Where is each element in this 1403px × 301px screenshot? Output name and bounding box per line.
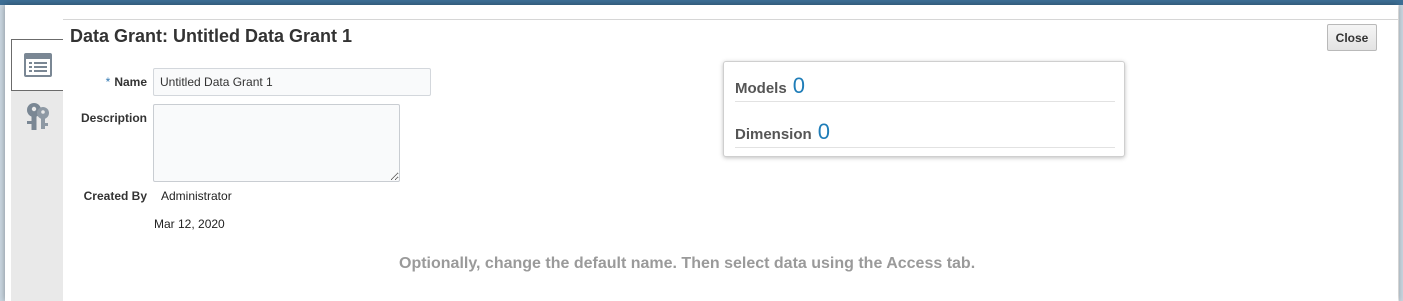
name-label: Name <box>114 75 147 89</box>
vertical-tab-rail <box>11 39 63 301</box>
created-by-label: Created By <box>83 189 147 203</box>
data-grant-dialog: Data Grant: Untitled Data Grant 1 Close … <box>5 5 1398 301</box>
dimension-count[interactable]: 0 <box>818 121 830 143</box>
dialog-divider <box>63 19 1398 20</box>
name-label-wrap: * Name <box>99 75 147 89</box>
dialog-title: Data Grant: Untitled Data Grant 1 <box>70 26 353 46</box>
models-label: Models <box>735 80 787 97</box>
list-icon <box>23 53 52 77</box>
dimension-label: Dimension <box>735 126 812 143</box>
keys-icon <box>23 101 51 133</box>
created-by-value: Administrator <box>161 189 232 203</box>
models-summary-row: Models 0 <box>735 62 1115 102</box>
app-backdrop-right <box>1399 5 1403 301</box>
tab-properties[interactable] <box>11 39 63 91</box>
description-label: Description <box>80 111 147 125</box>
tab-access[interactable] <box>11 91 63 143</box>
hint-text: Optionally, change the default name. The… <box>399 255 976 272</box>
description-textarea[interactable] <box>153 104 400 182</box>
created-date: Mar 12, 2020 <box>154 217 225 231</box>
close-button[interactable]: Close <box>1327 24 1377 51</box>
required-marker: * <box>105 75 111 89</box>
name-input[interactable] <box>153 68 431 96</box>
dimension-summary-row: Dimension 0 <box>735 108 1115 148</box>
models-count[interactable]: 0 <box>793 75 805 97</box>
summary-card: Models 0 Dimension 0 <box>723 61 1125 157</box>
